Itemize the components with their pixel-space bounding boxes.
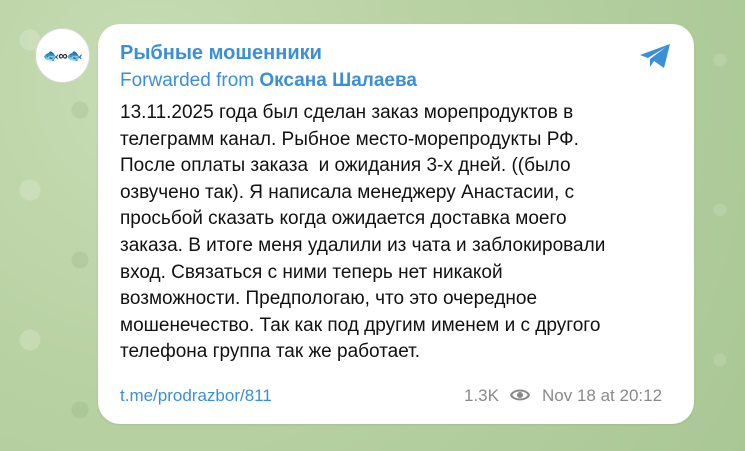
message-bubble: Рыбные мошенники Forwarded from Оксана Ш… [98,24,694,424]
forward-prefix: Forwarded from [120,70,255,91]
post-link[interactable]: t.me/prodrazbor/811 [120,386,272,406]
telegram-share-icon[interactable] [638,42,672,70]
view-count: 1.3K [464,386,499,405]
channel-avatar[interactable]: 🐟∞🐟 [35,28,90,83]
forward-author[interactable]: Оксана Шалаева [259,70,417,91]
message-timestamp: Nov 18 at 20:12 [542,386,663,405]
message-text: 13.11.2025 года был сделан заказ морепро… [120,102,606,363]
channel-name[interactable]: Рыбные мошенники [120,42,322,65]
eye-icon [510,389,530,401]
avatar-logo: 🐟∞🐟 [43,47,83,63]
forwarded-from-line[interactable]: Forwarded from Оксана Шалаева [120,70,417,92]
